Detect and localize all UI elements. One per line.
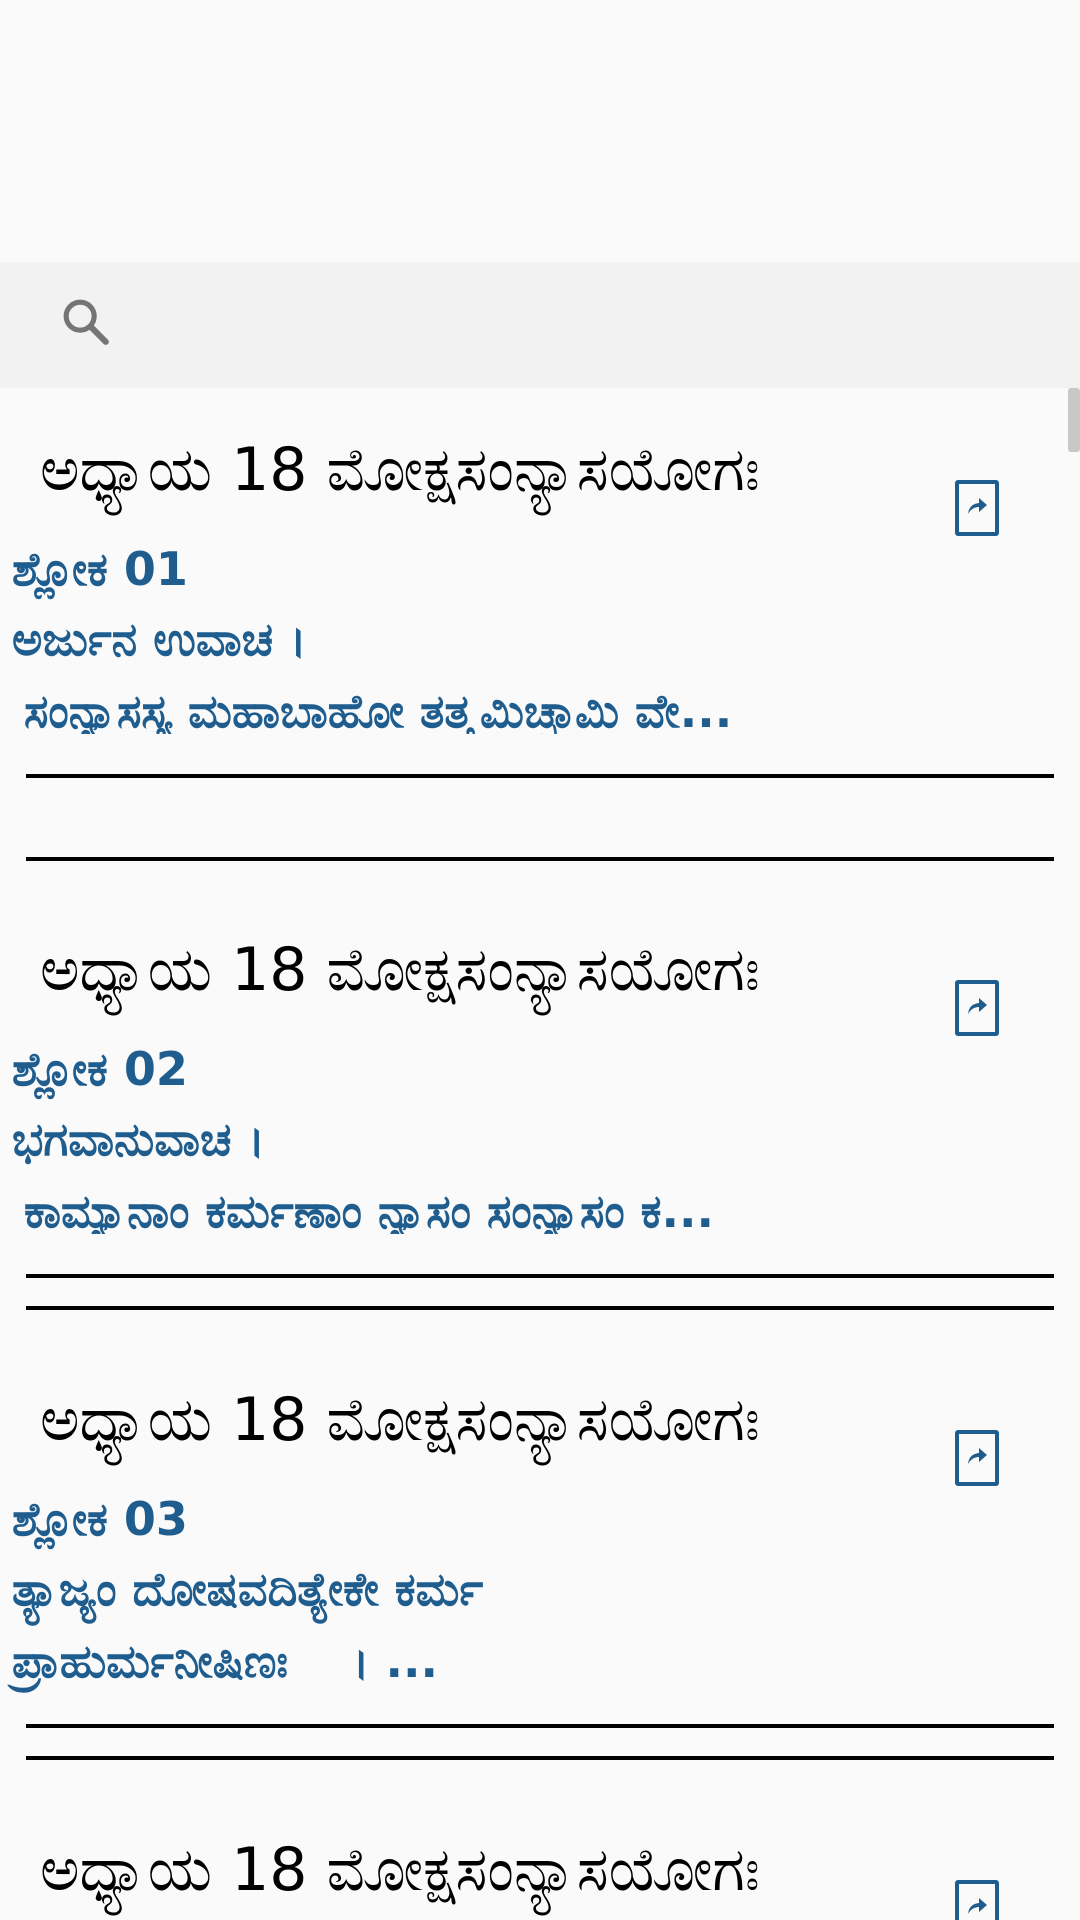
share-icon	[968, 498, 987, 514]
verse-line-2: ಸಂನ್ಯಾಸಸ್ಯ ಮಹಾಬಾಹೋ ತತ್ತ್ವಮಿಚ್ಛಾಮಿ ವೇ...	[24, 688, 733, 734]
verse-number: ಶ್ಲೋಕ 02	[12, 1042, 188, 1096]
verse-line-1: ಅರ್ಜುನ ಉವಾಚ ।	[12, 612, 307, 666]
verse-number: ಶ್ಲೋಕ 03	[12, 1492, 188, 1546]
verse-line-1: ತ್ಯಾಜ್ಯಂ ದೋಷವದಿತ್ಯೇಕೇ ಕರ್ಮ	[12, 1562, 484, 1616]
share-icon	[968, 1898, 987, 1914]
share-button[interactable]	[955, 480, 999, 536]
list-item[interactable]: ಅಧ್ಯಾಯ 18 ಮೋಕ್ಷಸಂನ್ಯಾಸಯೋಗಃ ಶ್ಲೋಕ 03 ತ್ಯಾ…	[0, 1338, 1080, 1788]
list-item[interactable]: ಅಧ್ಯಾಯ 18 ಮೋಕ್ಷಸಂನ್ಯಾಸಯೋಗಃ ಶ್ಲೋಕ 01 ಅರ್ಜ…	[0, 388, 1080, 868]
verse-line-2: ಪ್ರಾಹುರ್ಮನೀಷಿಣಃ । ...	[12, 1634, 438, 1688]
search-bar[interactable]	[0, 262, 1080, 388]
verse-line-1: ಭಗವಾನುವಾಚ ।	[12, 1112, 265, 1166]
chapter-title: ಅಧ್ಯಾಯ 18 ಮೋಕ್ಷಸಂನ್ಯಾಸಯೋಗಃ	[40, 935, 760, 1005]
divider	[26, 774, 1054, 778]
divider	[26, 857, 1054, 861]
list-item[interactable]: ಅಧ್ಯಾಯ 18 ಮೋಕ್ಷಸಂನ್ಯಾಸಯೋಗಃ ಶ್ಲೋಕ 02 ಭಗವಾ…	[0, 888, 1080, 1338]
share-button[interactable]	[955, 1880, 999, 1920]
verse-number: ಶ್ಲೋಕ 01	[12, 542, 188, 596]
divider	[26, 1274, 1054, 1278]
chapter-title: ಅಧ್ಯಾಯ 18 ಮೋಕ್ಷಸಂನ್ಯಾಸಯೋಗಃ	[40, 435, 760, 505]
app-screen: ಅಧ್ಯಾಯ 18 ಮೋಕ್ಷಸಂನ್ಯಾಸಯೋಗಃ ಶ್ಲೋಕ 01 ಅರ್ಜ…	[0, 0, 1080, 1920]
share-button[interactable]	[955, 1430, 999, 1486]
top-blank-area	[0, 0, 1080, 262]
divider	[26, 1756, 1054, 1760]
divider	[26, 1306, 1054, 1310]
chapter-title: ಅಧ್ಯಾಯ 18 ಮೋಕ್ಷಸಂನ್ಯಾಸಯೋಗಃ	[40, 1835, 760, 1905]
share-button[interactable]	[955, 980, 999, 1036]
verse-line-2: ಕಾಮ್ಯಾನಾಂ ಕರ್ಮಣಾಂ ನ್ಯಾಸಂ ಸಂನ್ಯಾಸಂ ಕ...	[24, 1188, 714, 1234]
chapter-title: ಅಧ್ಯಾಯ 18 ಮೋಕ್ಷಸಂನ್ಯಾಸಯೋಗಃ	[40, 1385, 760, 1455]
divider	[26, 1724, 1054, 1728]
search-icon[interactable]	[58, 294, 114, 350]
share-icon	[968, 1448, 987, 1464]
list-item[interactable]: ಅಧ್ಯಾಯ 18 ಮೋಕ್ಷಸಂನ್ಯಾಸಯೋಗಃ	[0, 1788, 1080, 1920]
share-icon	[968, 998, 987, 1014]
